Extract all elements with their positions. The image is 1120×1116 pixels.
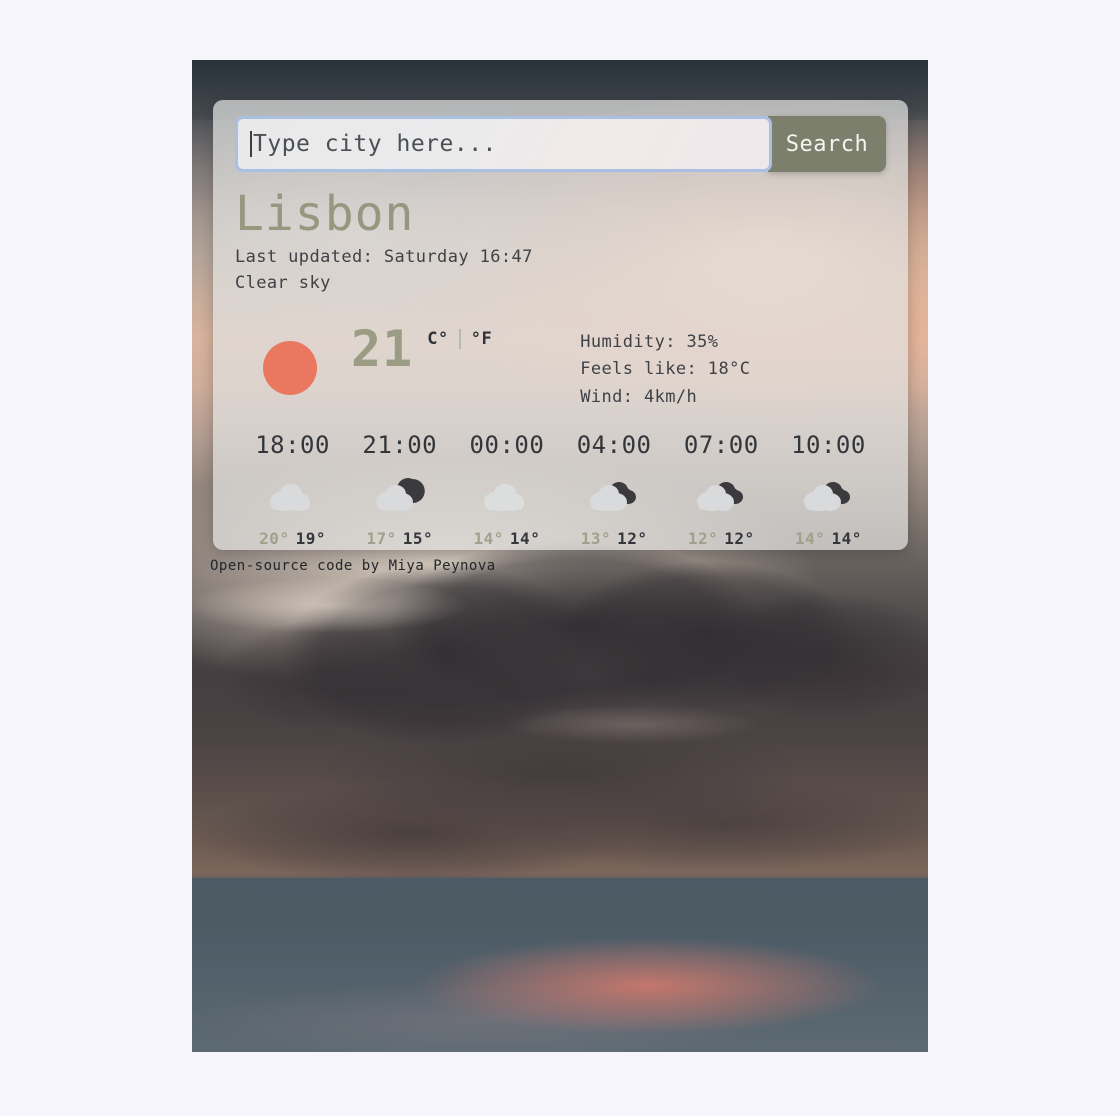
wind-value: Wind: 4km/h	[580, 386, 698, 407]
forecast-column: 18:00 20° 19°	[239, 431, 346, 548]
search-input-wrapper[interactable]	[235, 116, 772, 172]
forecast-temps: 20° 19°	[239, 529, 346, 548]
forecast-time: 10:00	[791, 431, 866, 460]
cloud-icon	[453, 473, 560, 519]
forecast-temp-max: 12°	[687, 529, 719, 549]
unit-celsius-link[interactable]: C°	[427, 329, 448, 349]
forecast-temp-min: 15°	[402, 529, 434, 549]
forecast-time: 04:00	[576, 431, 652, 460]
forecast-time: 07:00	[683, 431, 759, 460]
weather-card: Search Lisbon Last updated: Saturday 16:…	[213, 100, 908, 550]
forecast-column: 04:00 13° 12°	[561, 431, 668, 548]
clouds-icon	[561, 473, 668, 519]
forecast-temps: 13° 12°	[561, 529, 668, 548]
forecast-temp-min: 14°	[509, 529, 541, 549]
temperature-block: 21 C° °F	[351, 323, 492, 376]
clouds-icon	[668, 473, 775, 519]
clouds-icon	[775, 473, 882, 519]
unit-fahrenheit-link[interactable]: °F	[471, 329, 492, 349]
forecast-temps: 17° 15°	[346, 529, 453, 548]
forecast-column: 21:00 17° 15°	[346, 431, 453, 548]
forecast-column: 00:00 14° 14°	[453, 431, 560, 548]
forecast-temp-min: 19°	[295, 529, 326, 549]
lower-pink-glow	[192, 878, 928, 1052]
cloud-icon	[239, 473, 346, 519]
forecast-temp-max: 14°	[795, 529, 826, 549]
forecast-temp-max: 13°	[580, 529, 612, 549]
forecast-temp-max: 14°	[473, 529, 504, 549]
forecast-time: 00:00	[469, 431, 545, 460]
forecast-temp-max: 17°	[366, 529, 397, 549]
sun-icon	[263, 340, 317, 395]
current-conditions: 21 C° °F Humidity: 35% Feels like: 18°C …	[235, 323, 886, 412]
credit-text: Open-source code by Miya Peynova	[210, 558, 496, 574]
search-form: Search	[235, 116, 886, 172]
temperature-value: 21	[351, 319, 414, 378]
weather-details: Humidity: 35% Feels like: 18°C Wind: 4km…	[580, 323, 750, 412]
forecast-temp-min: 14°	[831, 529, 862, 549]
forecast-temp-min: 12°	[724, 529, 755, 549]
forecast-temp-min: 12°	[617, 529, 648, 549]
city-name: Lisbon	[235, 186, 415, 242]
forecast-column: 10:00 14° 14°	[775, 431, 882, 548]
feels-like-value: Feels like: 18°C	[580, 359, 751, 380]
forecast-time: 18:00	[255, 431, 330, 460]
forecast-time: 21:00	[362, 431, 438, 460]
search-button[interactable]: Search	[768, 116, 886, 172]
unit-separator	[458, 328, 461, 349]
forecast-column: 07:00 12° 12°	[668, 431, 775, 548]
unit-toggle: C° °F	[427, 328, 492, 349]
cloud-moon-icon	[346, 473, 453, 519]
last-updated: Last updated: Saturday 16:47	[235, 247, 533, 267]
hourly-forecast: 18:00 20° 19° 21:00 17° 15° 00:00 14° 14…	[235, 431, 886, 548]
search-input[interactable]	[253, 131, 759, 157]
forecast-temps: 14° 14°	[453, 529, 560, 548]
text-cursor	[250, 131, 252, 157]
forecast-temps: 12° 12°	[668, 529, 775, 548]
forecast-temp-max: 20°	[259, 529, 290, 549]
weather-description: Clear sky	[235, 273, 331, 294]
forecast-temps: 14° 14°	[775, 529, 882, 548]
humidity-value: Humidity: 35%	[580, 331, 719, 352]
